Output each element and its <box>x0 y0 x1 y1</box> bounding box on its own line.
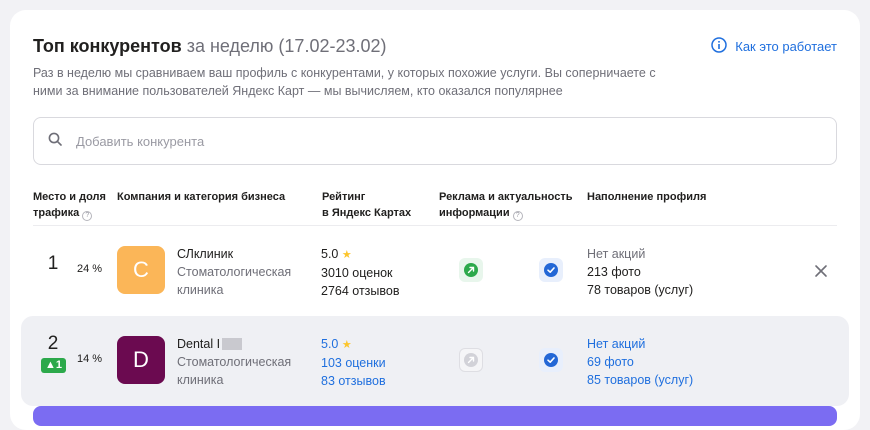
avatar: C <box>117 246 165 294</box>
question-icon[interactable]: ? <box>82 211 93 221</box>
profile-fill: Нет акций 213 фото 78 товаров (услуг) <box>587 245 693 299</box>
how-it-works-link[interactable]: Как это работает <box>711 37 837 56</box>
bottom-action-button[interactable] <box>33 406 837 426</box>
search-icon <box>48 132 62 151</box>
title-text: Топ конкурентов <box>33 36 182 56</box>
how-it-works-label: Как это работает <box>735 39 837 54</box>
add-competitor-search[interactable] <box>33 117 837 165</box>
goods-count[interactable]: 85 товаров (услуг) <box>587 371 693 389</box>
traffic-share: 14 % <box>77 353 103 365</box>
column-header-company: Компания и категория бизнеса <box>117 191 286 203</box>
rating-value: 5.0 <box>321 247 339 261</box>
description: Раз в неделю мы сравниваем ваш профиль с… <box>33 66 656 98</box>
search-input[interactable] <box>76 133 776 149</box>
rank-change-badge: ▲1 <box>41 358 67 373</box>
photos-count[interactable]: 69 фото <box>587 353 693 371</box>
question-icon[interactable]: ? <box>512 211 523 221</box>
star-icon: ★ <box>341 249 352 261</box>
photos-count: 213 фото <box>587 265 641 279</box>
competitors-card: Топ конкурентов за неделю (17.02-23.02) … <box>10 10 860 430</box>
avatar: D <box>117 336 165 384</box>
ad-arrow-icon[interactable] <box>459 348 483 372</box>
company-category: Стоматологическая клиника <box>177 265 292 297</box>
column-header-rating: Рейтинг в Яндекс Картах <box>322 191 412 219</box>
ratings-count[interactable]: 103 оценки <box>321 354 386 372</box>
ad-arrow-icon[interactable] <box>459 258 483 282</box>
rank: 1 <box>47 253 59 274</box>
rating-block[interactable]: 5.0 ★ 103 оценки 83 отзывов <box>321 335 386 390</box>
reviews-count[interactable]: 83 отзывов <box>321 372 386 390</box>
competitor-row[interactable]: 2 ▲1 14 % D Dental I Стоматологическая к… <box>21 316 849 406</box>
company-name: Dental I <box>177 335 243 353</box>
competitor-row[interactable]: 1 24 % C СЛклиник Стоматологическая клин… <box>21 226 849 316</box>
verified-check-icon[interactable] <box>539 258 563 282</box>
rank: 2 <box>47 333 59 354</box>
company-category: Стоматологическая клиника <box>177 355 292 387</box>
page-title: Топ конкурентов за неделю (17.02-23.02) <box>33 35 387 57</box>
reviews-count: 2764 отзывов <box>321 284 400 298</box>
info-icon <box>711 37 727 56</box>
profile-fill[interactable]: Нет акций 69 фото 85 товаров (услуг) <box>587 335 693 389</box>
traffic-share: 24 % <box>77 263 103 275</box>
close-icon[interactable] <box>814 264 828 278</box>
ratings-count: 3010 оценок <box>321 266 393 280</box>
promo-status[interactable]: Нет акций <box>587 335 693 353</box>
promo-status: Нет акций <box>587 247 646 261</box>
column-header-ads: Реклама и актуальность информации ? <box>439 191 573 221</box>
blurred-text <box>222 338 243 350</box>
star-icon: ★ <box>341 339 352 351</box>
company-name: СЛклиник <box>177 247 234 261</box>
column-header-place: Место и доля трафика ? <box>33 191 106 221</box>
title-period: за неделю (17.02-23.02) <box>186 36 387 56</box>
rating-block: 5.0 ★ 3010 оценок 2764 отзывов <box>321 245 400 300</box>
rating-value: 5.0 <box>321 337 339 351</box>
column-header-fill: Наполнение профиля <box>587 191 707 203</box>
verified-check-icon[interactable] <box>539 348 563 372</box>
goods-count: 78 товаров (услуг) <box>587 283 694 297</box>
